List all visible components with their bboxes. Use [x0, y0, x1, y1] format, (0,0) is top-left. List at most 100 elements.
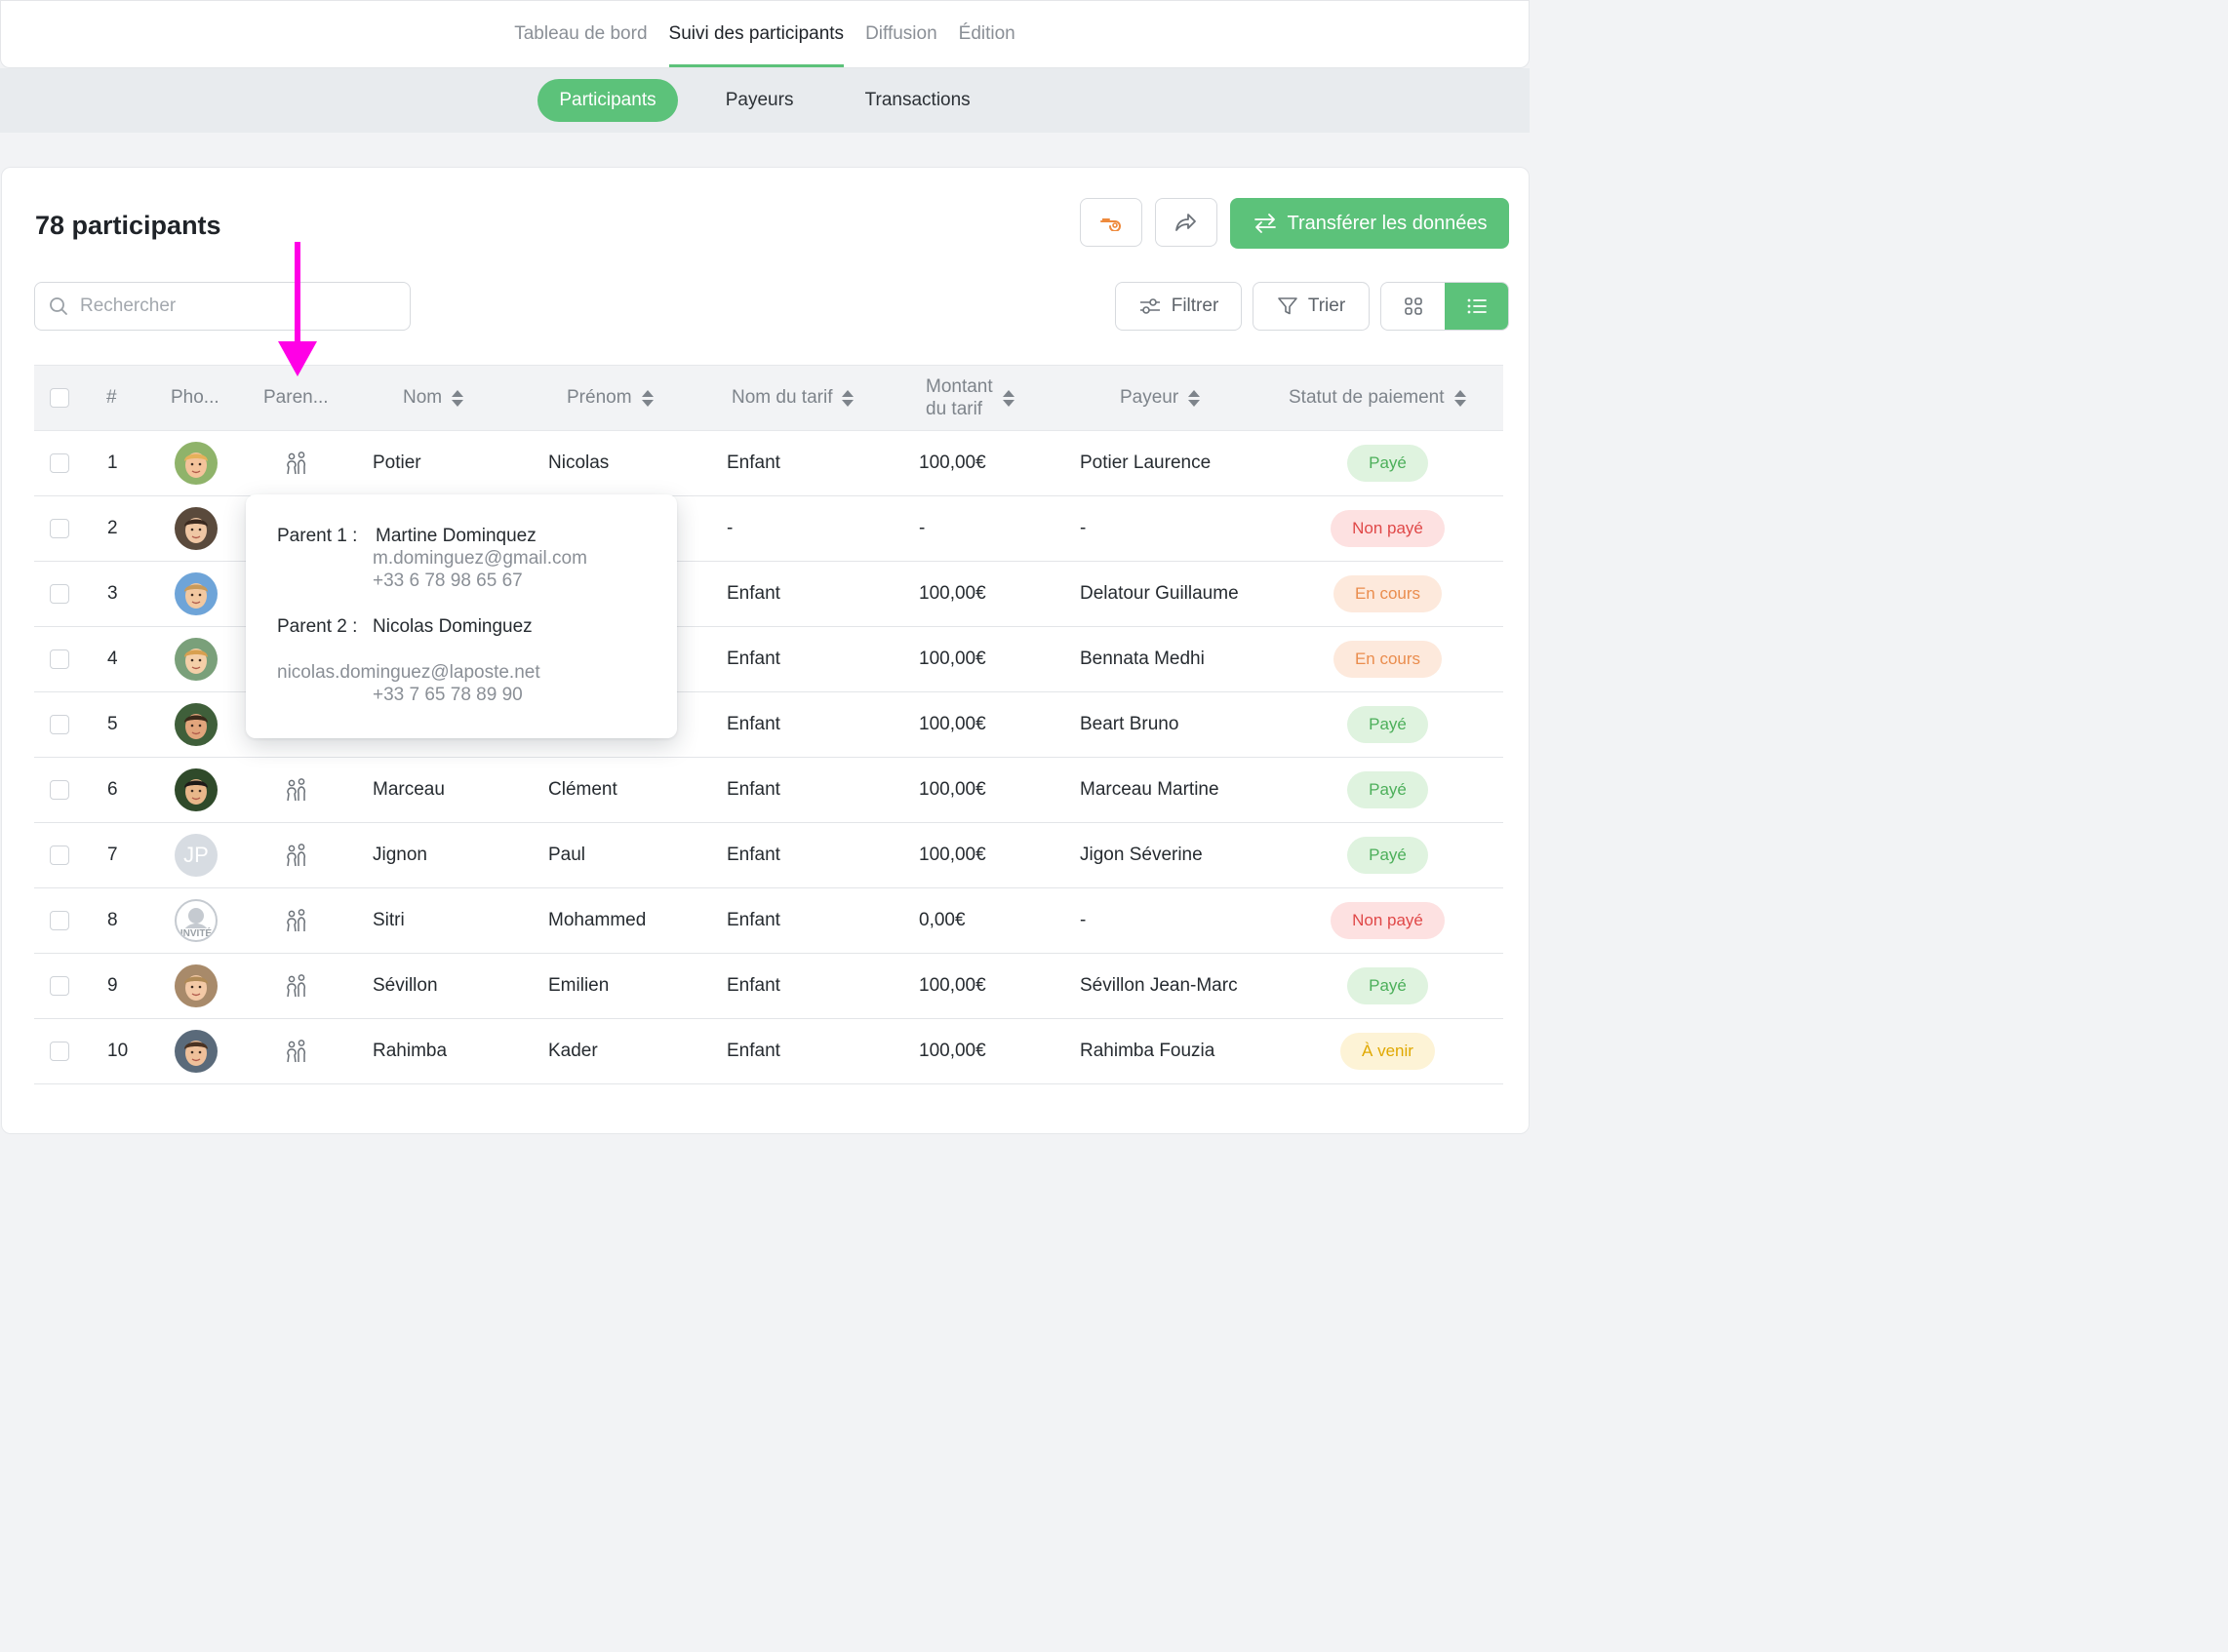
row-montant: 100,00€	[919, 649, 986, 669]
row-number: 3	[107, 583, 118, 604]
sort-icon[interactable]	[1002, 389, 1015, 407]
column-photo[interactable]: Pho...	[171, 366, 219, 430]
subtab-payeurs[interactable]: Payeurs	[699, 79, 820, 122]
table-row[interactable]: 10 Rahimba Kader Enfant 100,00€ Rahimba …	[34, 1019, 1503, 1084]
column-prenom[interactable]: Prénom	[567, 366, 654, 430]
tab-diffusion[interactable]: Diffusion	[865, 1, 937, 67]
column-montant-label-1: Montant	[926, 376, 993, 397]
row-montant: 100,00€	[919, 845, 986, 865]
row-checkbox[interactable]	[50, 649, 69, 669]
row-checkbox[interactable]	[50, 911, 69, 930]
table-header: # Pho... Paren... Nom Prénom Nom du tari…	[34, 365, 1503, 431]
row-checkbox[interactable]	[50, 584, 69, 604]
table-row[interactable]: 7 JP Jignon Paul Enfant 100,00€ Jigon Sé…	[34, 823, 1503, 888]
share-button[interactable]	[1155, 198, 1217, 247]
parents-icon[interactable]	[283, 842, 310, 869]
row-montant: 100,00€	[919, 452, 986, 473]
table-row[interactable]: 6 Marceau Clément Enfant 100,00€ Marceau…	[34, 758, 1503, 823]
column-payeur-label: Payeur	[1120, 387, 1179, 408]
row-number: 5	[107, 714, 118, 734]
transfer-icon	[1253, 214, 1276, 233]
row-tarif: Enfant	[727, 649, 780, 669]
row-nom: Potier	[373, 452, 421, 473]
avatar-guest: INVITÉ	[175, 899, 218, 942]
select-all-checkbox[interactable]	[50, 388, 69, 408]
row-number: 10	[107, 1041, 129, 1061]
row-checkbox[interactable]	[50, 846, 69, 865]
list-view-button[interactable]	[1445, 283, 1508, 330]
row-montant: 100,00€	[919, 975, 986, 996]
row-number: 1	[107, 452, 118, 473]
column-nom[interactable]: Nom	[403, 366, 464, 430]
subtab-participants[interactable]: Participants	[537, 79, 678, 122]
avatar	[175, 442, 218, 485]
column-montant[interactable]: Montant du tarif	[926, 366, 1015, 430]
whistle-button[interactable]	[1080, 198, 1142, 247]
parents-icon[interactable]	[283, 1038, 310, 1065]
row-nom: Marceau	[373, 779, 445, 800]
status-badge: Payé	[1347, 967, 1428, 1004]
tab-tableau-de-bord[interactable]: Tableau de bord	[514, 1, 647, 67]
row-nom: Sévillon	[373, 975, 438, 996]
sort-icon[interactable]	[452, 389, 464, 407]
transfer-data-button[interactable]: Transférer les données	[1230, 198, 1509, 249]
row-number: 4	[107, 649, 118, 669]
row-number: 2	[107, 518, 118, 538]
row-montant: 100,00€	[919, 1041, 986, 1061]
parent2-phone[interactable]: +33 7 65 78 89 90	[373, 685, 523, 706]
row-payeur: -	[1080, 518, 1087, 538]
tab-edition[interactable]: Édition	[959, 1, 1015, 67]
search-box[interactable]	[34, 282, 411, 331]
row-prenom: Nicolas	[548, 452, 610, 473]
list-view-icon	[1467, 298, 1487, 314]
grid-view-button[interactable]	[1381, 283, 1445, 330]
row-tarif: Enfant	[727, 975, 780, 996]
column-montant-label-2: du tarif	[926, 399, 983, 419]
sort-button[interactable]: Trier	[1253, 282, 1370, 331]
row-checkbox[interactable]	[50, 715, 69, 734]
top-navigation: Tableau de bord Suivi des participants D…	[0, 0, 1530, 68]
parent1-name: Martine Dominquez	[376, 526, 537, 546]
status-badge: Non payé	[1331, 510, 1445, 547]
transfer-data-label: Transférer les données	[1287, 212, 1488, 234]
parents-icon[interactable]	[283, 776, 310, 804]
parents-icon[interactable]	[283, 972, 310, 1000]
table-row[interactable]: 9 Sévillon Emilien Enfant 100,00€ Sévill…	[34, 954, 1503, 1019]
row-tarif: Enfant	[727, 779, 780, 800]
column-statut[interactable]: Statut de paiement	[1289, 366, 1466, 430]
row-checkbox[interactable]	[50, 453, 69, 473]
row-payeur: Rahimba Fouzia	[1080, 1041, 1215, 1061]
sort-icon[interactable]	[1188, 389, 1201, 407]
row-tarif: Enfant	[727, 1041, 780, 1061]
parent2-email[interactable]: nicolas.dominguez@laposte.net	[277, 662, 540, 684]
row-checkbox[interactable]	[50, 780, 69, 800]
sort-icon[interactable]	[1453, 389, 1466, 407]
tab-suivi-des-participants[interactable]: Suivi des participants	[668, 1, 845, 67]
table-row[interactable]: 1 Potier Nicolas Enfant 100,00€ Potier L…	[34, 431, 1503, 496]
sort-icon[interactable]	[842, 389, 855, 407]
row-montant: 100,00€	[919, 583, 986, 604]
status-badge: Payé	[1347, 706, 1428, 743]
row-nom: Jignon	[373, 845, 427, 865]
filter-label: Filtrer	[1171, 295, 1219, 316]
row-checkbox[interactable]	[50, 519, 69, 538]
column-payeur[interactable]: Payeur	[1120, 366, 1201, 430]
parent2-name: Nicolas Dominguez	[373, 616, 533, 637]
row-prenom: Kader	[548, 1041, 598, 1061]
avatar	[175, 1030, 218, 1073]
row-checkbox[interactable]	[50, 1042, 69, 1061]
parent1-email[interactable]: m.dominguez@gmail.com	[373, 548, 587, 570]
parents-icon[interactable]	[283, 450, 310, 477]
parent1-phone[interactable]: +33 6 78 98 65 67	[373, 570, 523, 592]
search-input[interactable]	[78, 295, 394, 318]
filter-button[interactable]: Filtrer	[1115, 282, 1242, 331]
table-row[interactable]: 8 INVITÉ Sitri Mohammed Enfant 0,00€ - N…	[34, 888, 1503, 954]
sort-icon[interactable]	[641, 389, 654, 407]
parents-icon[interactable]	[283, 907, 310, 934]
avatar	[175, 768, 218, 811]
column-tarif-label: Nom du tarif	[732, 387, 833, 408]
column-tarif[interactable]: Nom du tarif	[732, 366, 855, 430]
column-prenom-label: Prénom	[567, 387, 632, 408]
subtab-transactions[interactable]: Transactions	[844, 79, 992, 122]
row-checkbox[interactable]	[50, 976, 69, 996]
